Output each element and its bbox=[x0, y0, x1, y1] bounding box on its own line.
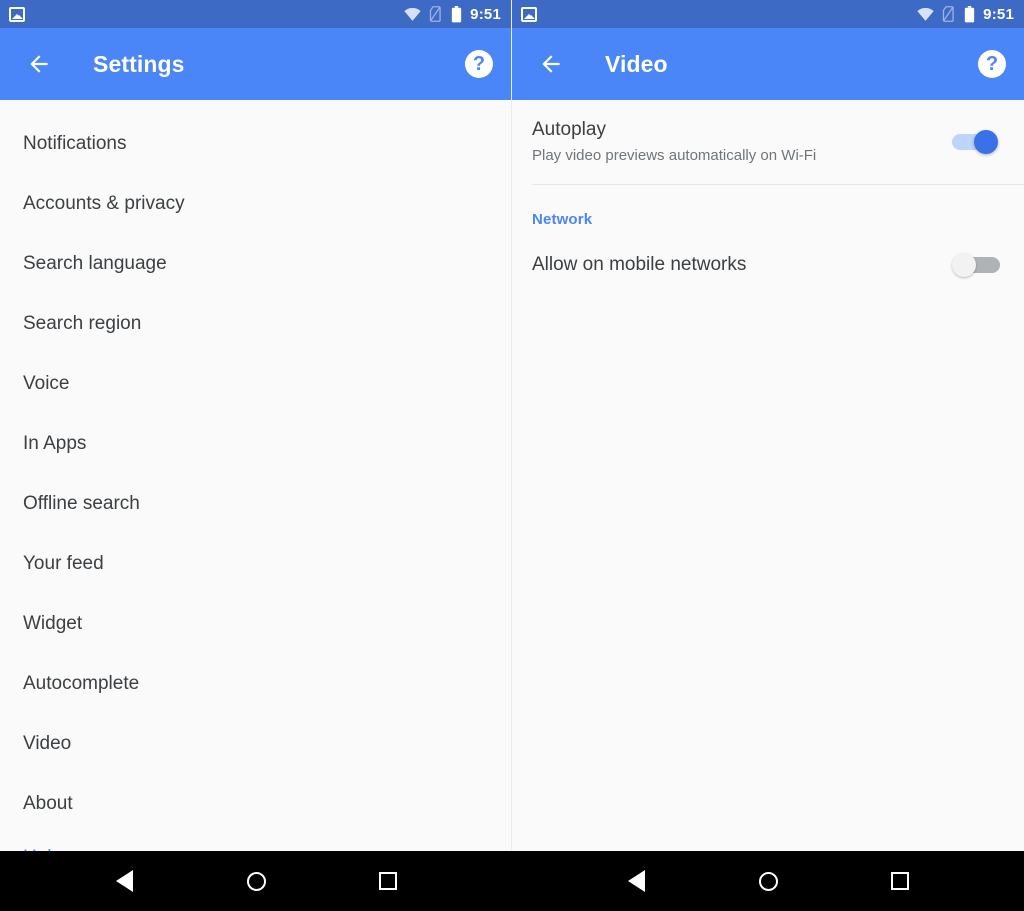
photo-icon bbox=[9, 6, 25, 22]
home-nav-icon[interactable] bbox=[236, 861, 276, 901]
photo-icon bbox=[521, 6, 537, 22]
sidebar-item-help-label: Help bbox=[23, 848, 62, 851]
status-bar-left: 9:51 bbox=[0, 0, 511, 28]
allow-mobile-texts: Allow on mobile networks bbox=[532, 254, 746, 276]
settings-list[interactable]: Notifications Accounts & privacy Search … bbox=[0, 100, 511, 851]
recents-nav-icon[interactable] bbox=[880, 861, 920, 901]
toggle-thumb bbox=[952, 253, 976, 277]
recents-nav-icon[interactable] bbox=[368, 861, 408, 901]
back-arrow-icon[interactable] bbox=[534, 47, 568, 81]
battery-icon bbox=[964, 5, 975, 22]
sidebar-item-video[interactable]: Video bbox=[0, 714, 511, 774]
sidebar-item-autocomplete[interactable]: Autocomplete bbox=[0, 654, 511, 714]
sidebar-item-search-language[interactable]: Search language bbox=[0, 234, 511, 294]
network-section-header: Network bbox=[532, 211, 593, 228]
help-icon[interactable]: ? bbox=[465, 50, 493, 78]
allow-mobile-networks-row[interactable]: Allow on mobile networks bbox=[512, 230, 1024, 300]
status-bar-notifications-right bbox=[521, 6, 537, 22]
help-icon[interactable]: ? bbox=[978, 50, 1006, 78]
sidebar-item-your-feed[interactable]: Your feed bbox=[0, 534, 511, 594]
autoplay-texts: Autoplay Play video previews automatical… bbox=[532, 119, 816, 164]
page-title: Video bbox=[605, 50, 668, 77]
system-navigation-bar bbox=[0, 851, 1024, 911]
status-bar-system-icons-right: 9:51 bbox=[917, 5, 1014, 23]
toggle-thumb bbox=[974, 130, 998, 154]
status-bar-system-icons: 9:51 bbox=[404, 5, 501, 23]
sidebar-item-help[interactable]: Help bbox=[0, 834, 511, 851]
back-nav-icon[interactable] bbox=[616, 861, 656, 901]
wifi-icon bbox=[917, 7, 934, 21]
no-sim-icon bbox=[942, 6, 954, 22]
battery-icon bbox=[451, 5, 462, 22]
left-pane-settings: 9:51 Settings ? Notifications Accounts &… bbox=[0, 0, 512, 851]
wifi-icon bbox=[404, 7, 421, 21]
sidebar-item-voice[interactable]: Voice bbox=[0, 354, 511, 414]
status-bar-clock: 9:51 bbox=[470, 5, 501, 23]
sidebar-item-in-apps[interactable]: In Apps bbox=[0, 414, 511, 474]
android-split-screen: 9:51 Settings ? Notifications Accounts &… bbox=[0, 0, 1024, 911]
autoplay-toggle[interactable] bbox=[952, 129, 1000, 155]
allow-mobile-title: Allow on mobile networks bbox=[532, 254, 747, 276]
status-bar-right: 9:51 bbox=[512, 0, 1024, 28]
no-sim-icon bbox=[429, 6, 441, 22]
video-settings-detail: Autoplay Play video previews automatical… bbox=[512, 100, 1024, 851]
home-nav-icon[interactable] bbox=[748, 861, 788, 901]
autoplay-title: Autoplay bbox=[532, 119, 606, 141]
status-bar-clock: 9:51 bbox=[983, 5, 1014, 23]
settings-app-bar: Settings ? bbox=[0, 28, 511, 100]
sidebar-item-accounts-privacy[interactable]: Accounts & privacy bbox=[0, 174, 511, 234]
sidebar-item-widget[interactable]: Widget bbox=[0, 594, 511, 654]
page-title: Settings bbox=[93, 50, 185, 77]
nav-bar-left bbox=[0, 851, 512, 911]
split-panes: 9:51 Settings ? Notifications Accounts &… bbox=[0, 0, 1024, 851]
sidebar-item-search-region[interactable]: Search region bbox=[0, 294, 511, 354]
nav-bar-right bbox=[512, 851, 1024, 911]
sidebar-item-about[interactable]: About bbox=[0, 774, 511, 834]
back-nav-icon[interactable] bbox=[104, 861, 144, 901]
video-app-bar: Video ? bbox=[512, 28, 1024, 100]
right-pane-video: 9:51 Video ? Autoplay Play video preview… bbox=[512, 0, 1024, 851]
sidebar-item-offline-search[interactable]: Offline search bbox=[0, 474, 511, 534]
status-bar-notifications bbox=[9, 6, 25, 22]
sidebar-item-notifications[interactable]: Notifications bbox=[0, 114, 511, 174]
allow-mobile-networks-toggle[interactable] bbox=[952, 252, 1000, 278]
autoplay-row[interactable]: Autoplay Play video previews automatical… bbox=[512, 100, 1024, 184]
back-arrow-icon[interactable] bbox=[22, 47, 56, 81]
autoplay-subtitle: Play video previews automatically on Wi-… bbox=[532, 147, 817, 165]
